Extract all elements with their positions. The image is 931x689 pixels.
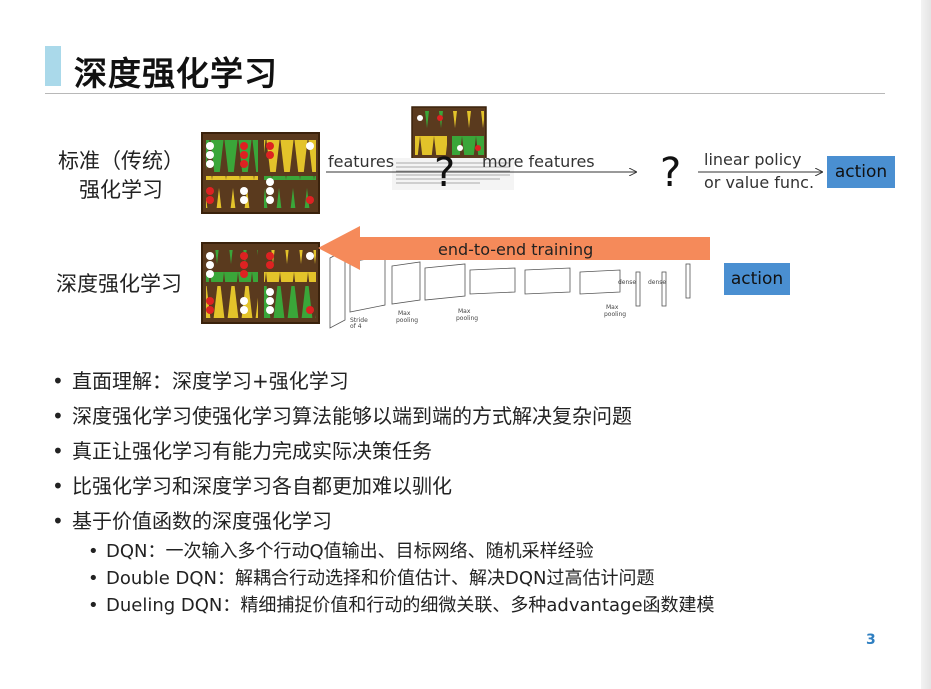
bullet-dot: • xyxy=(52,369,64,393)
bullet-item: • 直面理解：深度学习+强化学习 xyxy=(52,364,632,399)
sub-bullet-item: • DQN：一次输入多个行动Q值输出、目标网络、随机采样经验 xyxy=(88,538,715,565)
svg-text:pooling: pooling xyxy=(604,311,626,318)
bullet-list: • 直面理解：深度学习+强化学习 • 深度强化学习使强化学习算法能够以端到端的方式解… xyxy=(52,364,632,539)
bullet-dot: • xyxy=(52,439,64,463)
bullet-item: • 真正让强化学习有能力完成实际决策任务 xyxy=(52,434,632,469)
svg-text:Max: Max xyxy=(606,304,619,311)
policy-label-line1: linear policy xyxy=(704,150,802,169)
question-mark-1: ? xyxy=(434,150,456,196)
svg-text:Max: Max xyxy=(398,310,411,317)
bullet-dot: • xyxy=(52,509,64,533)
sub-bullet-list: • DQN：一次输入多个行动Q值输出、目标网络、随机采样经验 • Double DQ… xyxy=(88,538,715,619)
bullet-text: 比强化学习和深度学习各自都更加难以驯化 xyxy=(72,474,452,498)
sub-bullet-text: Double DQN：解耦合行动选择和价值估计、解决DQN过高估计问题 xyxy=(106,568,655,589)
bullet-text: 真正让强化学习有能力完成实际决策任务 xyxy=(72,439,432,463)
sub-bullet-text: DQN：一次输入多个行动Q值输出、目标网络、随机采样经验 xyxy=(106,541,594,562)
svg-text:pooling: pooling xyxy=(456,315,478,322)
cnn-architecture-sketch xyxy=(329,249,691,329)
features-label: features xyxy=(328,152,395,171)
backgammon-board-2 xyxy=(201,242,320,324)
sub-bullet-item: • Double DQN：解耦合行动选择和价值估计、解决DQN过高估计问题 xyxy=(88,565,715,592)
sub-bullet-item: • Dueling DQN：精细捕捉价值和行动的细微关联、多种advantage函… xyxy=(88,592,715,619)
bullet-dot: • xyxy=(52,404,64,428)
action-box-1: action xyxy=(827,156,895,188)
policy-label: linear policy or value func. xyxy=(704,148,814,194)
sub-bullet-dot: • xyxy=(88,595,99,616)
svg-text:dense: dense xyxy=(618,279,636,286)
backgammon-board-1 xyxy=(201,132,320,214)
bullet-dot: • xyxy=(52,474,64,498)
svg-text:pooling: pooling xyxy=(396,317,418,324)
svg-text:of 4: of 4 xyxy=(350,323,362,330)
bullet-text: 深度强化学习使强化学习算法能够以端到端的方式解决复杂问题 xyxy=(72,404,632,428)
end-to-end-label: end-to-end training xyxy=(438,240,594,259)
bullet-item: • 基于价值函数的深度强化学习 xyxy=(52,504,632,539)
row2-label: 深度强化学习 xyxy=(56,272,182,296)
action-box-2: action xyxy=(724,263,790,295)
more-features-label: more features xyxy=(482,152,595,171)
svg-text:dense: dense xyxy=(648,279,666,286)
page-number: 3 xyxy=(866,632,876,648)
question-mark-2: ? xyxy=(660,150,682,196)
sub-bullet-text: Dueling DQN：精细捕捉价值和行动的细微关联、多种advantage函数… xyxy=(106,595,715,616)
bullet-text: 直面理解：深度学习+强化学习 xyxy=(72,369,349,393)
bullet-text: 基于价值函数的深度强化学习 xyxy=(72,509,332,533)
bullet-item: • 比强化学习和深度学习各自都更加难以驯化 xyxy=(52,469,632,504)
policy-label-line2: or value func. xyxy=(704,173,815,192)
bullet-item: • 深度强化学习使强化学习算法能够以端到端的方式解决复杂问题 xyxy=(52,399,632,434)
svg-text:Max: Max xyxy=(458,308,471,315)
sub-bullet-dot: • xyxy=(88,568,99,589)
sub-bullet-dot: • xyxy=(88,541,99,562)
